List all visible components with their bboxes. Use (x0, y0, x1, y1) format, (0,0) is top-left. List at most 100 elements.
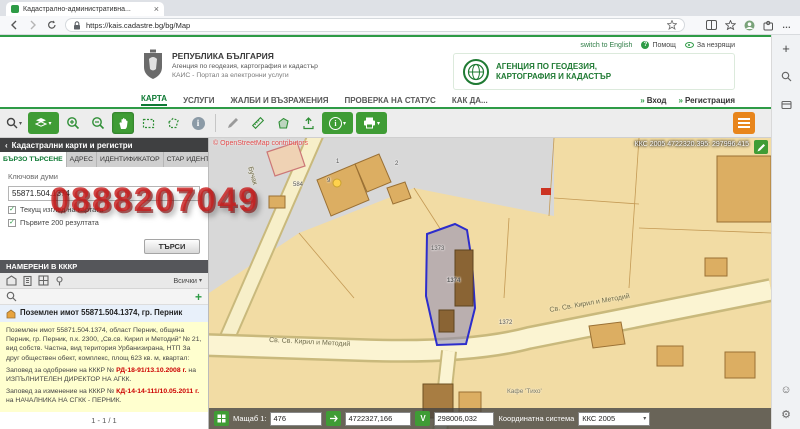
forward-icon[interactable] (27, 19, 39, 31)
feedback-smiley-icon[interactable]: ☺ (779, 383, 793, 397)
checkbox-current-view[interactable]: ✓ (8, 206, 16, 214)
order2-number: КД-14-14-111/10.05.2011 г. (116, 388, 199, 395)
search-submit-button[interactable]: ТЪРСИ (144, 239, 200, 254)
search-tool-button[interactable]: ▾ (3, 112, 25, 134)
tab-old-ident[interactable]: СТАР ИДЕНТ. (164, 152, 208, 167)
agency-logo-line2: КАРТОГРАФИЯ И КАДАСТЪР (496, 72, 611, 82)
first-200-label: Първите 200 резултата (20, 218, 99, 227)
agency-logo-line1: АГЕНЦИЯ ПО ГЕОДЕЗИЯ, (496, 62, 611, 72)
map-status-bar: Мащаб 1: V Координатна система ККС 2005 … (209, 408, 771, 429)
more-menu-icon[interactable]: … (782, 20, 792, 30)
pan-tool-button[interactable] (112, 112, 134, 134)
filter-parcel-icon[interactable] (6, 275, 17, 286)
extensions-puzzle-icon[interactable] (763, 20, 774, 31)
bookmark-star-icon[interactable] (667, 20, 677, 30)
first-200-checkbox-row[interactable]: ✓ Първите 200 резултата (8, 218, 200, 227)
result-type-filter-row: Всички ▾ (0, 273, 208, 289)
result-title: Поземлен имот 55871.504.1374, гр. Перник (20, 308, 182, 318)
agency-logo-text: АГЕНЦИЯ ПО ГЕОДЕЗИЯ, КАРТОГРАФИЯ И КАДАС… (496, 62, 611, 82)
info-tool-button[interactable]: i (187, 112, 209, 134)
profile-avatar-icon[interactable] (744, 20, 755, 31)
current-view-checkbox-row[interactable]: ✓ Текущ изглед на картата (8, 205, 200, 214)
tab-quick-search[interactable]: БЪРЗО ТЪРСЕНЕ (0, 152, 67, 167)
coordinate-y-input[interactable] (434, 412, 494, 426)
scale-label: Мащаб 1: (233, 414, 266, 423)
goto-coordinates-button[interactable]: V (415, 411, 430, 426)
crs-select[interactable]: ККС 2005 ▾ (578, 412, 650, 426)
filter-scheme-icon[interactable] (38, 275, 49, 286)
result-details: Поземлен имот 55871.504.1374, област Пер… (0, 322, 208, 412)
sidebar-collections-icon[interactable] (779, 97, 793, 111)
keywords-label: Ключови думи (8, 172, 200, 181)
register-link[interactable]: »Регистрация (679, 96, 736, 105)
identify-button[interactable]: i ▾ (322, 112, 353, 134)
split-screen-icon[interactable] (706, 20, 717, 30)
zoom-to-results-icon[interactable] (6, 291, 17, 302)
map-canvas[interactable]: 584 9 1 2 1374 1373 1372 Св. Св. Кирил и… (209, 138, 771, 429)
import-file-button[interactable] (297, 112, 319, 134)
panel-title-bar[interactable]: ‹ Кадастрални карти и регистри (0, 138, 208, 152)
select-rectangle-button[interactable] (137, 112, 159, 134)
auth-links: »Вход »Регистрация (640, 96, 735, 105)
parcel-number-label: 2 (395, 161, 398, 167)
measure-distance-button[interactable] (247, 112, 269, 134)
help-link-label: Помощ (652, 42, 675, 49)
help-link[interactable]: ? Помощ (641, 41, 675, 49)
nav-item-kak-da[interactable]: КАК ДА... (452, 96, 488, 105)
coat-of-arms-logo (141, 49, 165, 81)
url-bar[interactable]: https://kais.cadastre.bg/bg/Map (65, 18, 685, 32)
caret-down-icon: ▾ (48, 120, 51, 127)
keywords-input[interactable] (8, 186, 200, 201)
browser-sidebar: + ☺ ⚙ (771, 35, 800, 429)
layers-button[interactable]: ▾ (28, 112, 59, 134)
filter-all-dropdown[interactable]: Всички ▾ (173, 276, 202, 285)
pencil-icon (757, 143, 766, 152)
nav-item-proverka[interactable]: ПРОВЕРКА НА СТАТУС (345, 96, 436, 105)
quick-search-form: Ключови думи ✓ Текущ изглед на картата ✓… (0, 167, 208, 233)
coordinate-x-input[interactable] (345, 412, 411, 426)
accessibility-link[interactable]: За незрящи (685, 42, 735, 49)
tab-address[interactable]: АДРЕС (67, 152, 97, 167)
arrow-icon: » (640, 96, 644, 105)
collapse-panel-icon[interactable]: ‹ (5, 141, 8, 150)
print-button[interactable]: ▾ (356, 112, 387, 134)
crs-coordinates-readout: ККС 2005 4722320.395: 297996.415 (635, 141, 749, 148)
select-polygon-button[interactable] (162, 112, 184, 134)
browser-chrome: Кадастрално-административна... × https:/… (0, 0, 800, 35)
add-result-icon[interactable]: + (195, 292, 202, 302)
refresh-icon[interactable] (46, 19, 58, 31)
sidebar-search-icon[interactable] (779, 69, 793, 83)
red-label-box (541, 188, 551, 195)
nav-item-karta[interactable]: КАРТА (141, 94, 167, 106)
sidebar-settings-gear-icon[interactable]: ⚙ (779, 407, 793, 421)
apply-scale-button[interactable] (326, 411, 341, 426)
zoom-out-button[interactable] (87, 112, 109, 134)
filter-point-icon[interactable] (54, 275, 65, 286)
switch-english-link[interactable]: switch to English (580, 42, 632, 49)
basemap-switcher-button[interactable] (733, 112, 755, 134)
result-list-item[interactable]: Поземлен имот 55871.504.1374, гр. Перник (0, 305, 208, 322)
browser-tab[interactable]: Кадастрално-административна... × (6, 2, 164, 16)
map-edit-button[interactable] (754, 140, 768, 154)
checkbox-first-200[interactable]: ✓ (8, 219, 16, 227)
back-icon[interactable] (8, 19, 20, 31)
sidebar-add-icon[interactable]: + (782, 43, 790, 55)
results-section-header[interactable]: НАМЕРЕНИ В КККР (0, 260, 208, 273)
login-link[interactable]: »Вход (640, 96, 666, 105)
toolbar-separator (215, 114, 216, 132)
ruler-icon (251, 116, 265, 130)
eye-icon (685, 42, 694, 48)
caret-down-icon: ▾ (19, 120, 22, 127)
measure-area-button[interactable] (272, 112, 294, 134)
scale-input[interactable] (270, 412, 322, 426)
tab-identifier[interactable]: ИДЕНТИФИКАТОР (97, 152, 164, 167)
draw-tool-button[interactable] (222, 112, 244, 134)
scale-tool-button[interactable] (214, 411, 229, 426)
results-pagination[interactable]: 1 - 1 / 1 (0, 412, 208, 429)
filter-building-icon[interactable] (22, 275, 33, 286)
nav-item-uslugi[interactable]: УСЛУГИ (183, 96, 214, 105)
nav-item-zhalbi[interactable]: ЖАЛБИ И ВЪЗРАЖЕНИЯ (231, 96, 329, 105)
favorites-star-icon[interactable] (725, 20, 736, 30)
tab-close-icon[interactable]: × (154, 5, 159, 13)
zoom-in-button[interactable] (62, 112, 84, 134)
